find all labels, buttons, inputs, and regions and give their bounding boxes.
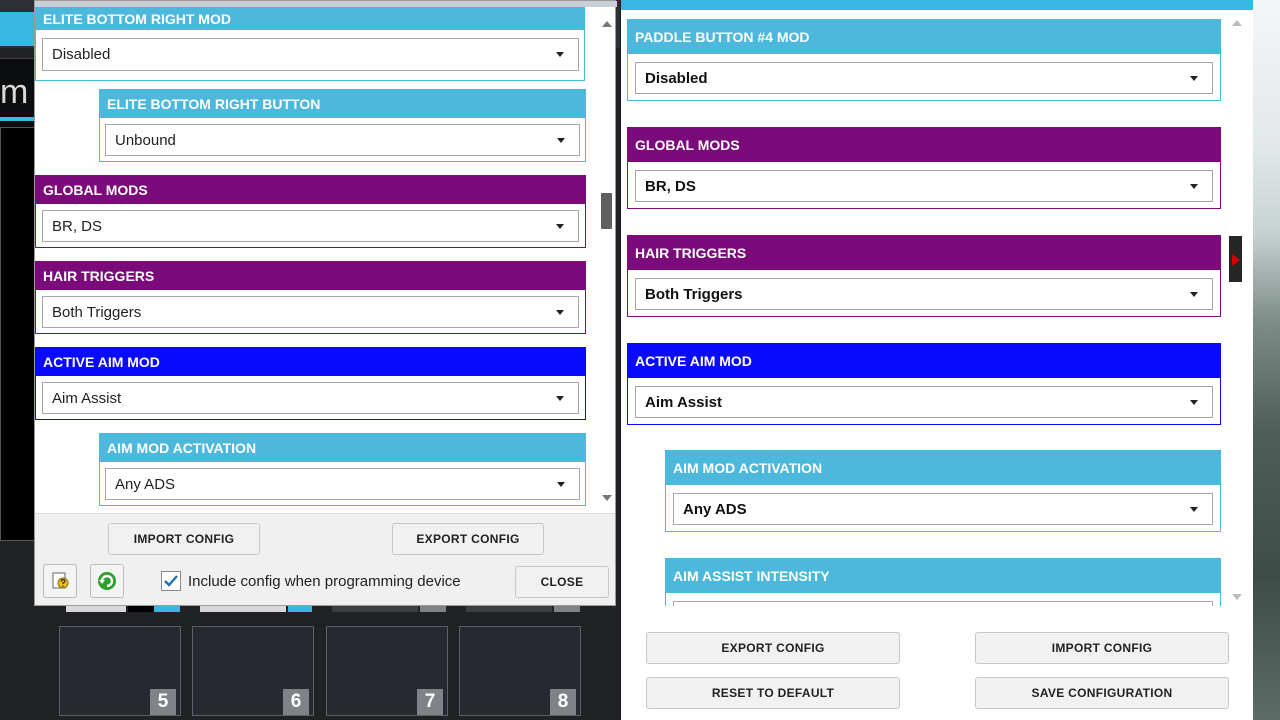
section-header: ACTIVE AIM MOD (36, 348, 585, 376)
button-slot-6[interactable]: 6 (192, 626, 314, 716)
chevron-down-icon (557, 137, 565, 143)
section-aim-assist-intensity: AIM ASSIST INTENSITY (665, 558, 1221, 606)
help-button[interactable] (43, 564, 77, 598)
select-value: Both Triggers (52, 303, 142, 321)
hair-triggers-select[interactable]: Both Triggers (635, 278, 1213, 310)
select-value: Disabled (52, 46, 111, 63)
section-header: HAIR TRIGGERS (36, 262, 585, 290)
include-config-checkbox[interactable] (161, 571, 181, 591)
button-slot-5[interactable]: 5 (59, 626, 181, 716)
active-aim-mod-select[interactable]: Aim Assist (42, 382, 579, 414)
select-value: BR, DS (52, 217, 103, 235)
section-elite-bottom-right-button: ELITE BOTTOM RIGHT BUTTON Unbound (99, 89, 586, 162)
global-mods-select[interactable]: BR, DS (42, 210, 579, 242)
scrollbar-thumb[interactable] (1229, 236, 1242, 282)
slot-number: 5 (150, 689, 176, 715)
chevron-down-icon (1190, 399, 1198, 405)
section-header: ELITE BOTTOM RIGHT BUTTON (100, 90, 585, 118)
select-value: BR, DS (645, 177, 696, 195)
footer-divider (35, 513, 615, 514)
section-hair-triggers: HAIR TRIGGERS Both Triggers (627, 235, 1221, 317)
background-preview (0, 127, 36, 541)
export-config-button[interactable]: EXPORT CONFIG (646, 632, 900, 664)
section-header: HAIR TRIGGERS (628, 236, 1220, 270)
section-hair-triggers: HAIR TRIGGERS Both Triggers (35, 261, 586, 334)
scroll-up-icon[interactable] (602, 21, 612, 27)
section-header: AIM MOD ACTIVATION (666, 451, 1220, 485)
active-aim-mod-select[interactable]: Aim Assist (635, 386, 1213, 418)
section-paddle-button-4-mod: PADDLE BUTTON #4 MOD Disabled (627, 19, 1221, 101)
button-slot-7[interactable]: 7 (326, 626, 448, 716)
background-partial-text: m (0, 73, 29, 111)
section-header: AIM MOD ACTIVATION (100, 434, 585, 462)
select-value: Aim Assist (645, 393, 722, 411)
export-config-button[interactable]: EXPORT CONFIG (392, 523, 544, 555)
select-value: Disabled (645, 69, 708, 87)
left-scrollbar[interactable] (599, 7, 615, 513)
paddle-button-4-mod-select[interactable]: Disabled (635, 62, 1213, 94)
select-value: Any ADS (115, 475, 176, 493)
section-header: ACTIVE AIM MOD (628, 344, 1220, 378)
select-value: Any ADS (683, 500, 747, 518)
scroll-up-icon[interactable] (1232, 20, 1242, 26)
import-config-button[interactable]: IMPORT CONFIG (108, 523, 260, 555)
import-config-button[interactable]: IMPORT CONFIG (975, 632, 1229, 664)
chevron-down-icon (557, 481, 565, 487)
right-scrollbar[interactable] (1227, 10, 1251, 606)
button-slot-8[interactable]: 8 (459, 626, 581, 716)
save-configuration-button[interactable]: SAVE CONFIGURATION (975, 677, 1229, 709)
aim-mod-activation-select[interactable]: Any ADS (105, 468, 580, 500)
section-global-mods: GLOBAL MODS BR, DS (35, 175, 586, 248)
slot-number: 7 (417, 689, 443, 715)
chevron-down-icon (556, 223, 564, 229)
close-button[interactable]: CLOSE (515, 566, 609, 598)
right-window-titlebar (621, 0, 1253, 10)
chevron-down-icon (1190, 291, 1198, 297)
scroll-down-icon[interactable] (1232, 594, 1242, 600)
scrollbar-thumb[interactable] (601, 193, 612, 229)
background-accent (0, 12, 36, 46)
select-value: Both Triggers (645, 285, 743, 303)
section-header: GLOBAL MODS (628, 128, 1220, 162)
chevron-down-icon (1190, 506, 1198, 512)
right-config-window: PADDLE BUTTON #4 MOD Disabled GLOBAL MOD… (621, 0, 1253, 720)
section-header: ELITE BOTTOM RIGHT MOD (36, 8, 584, 30)
section-active-aim-mod: ACTIVE AIM MOD Aim Assist (627, 343, 1221, 425)
left-config-dialog: ELITE BOTTOM RIGHT MOD Disabled ELITE BO… (34, 0, 617, 606)
section-header: GLOBAL MODS (36, 176, 585, 204)
select-value: Aim Assist (52, 389, 122, 407)
select-value: Unbound (115, 131, 176, 149)
refresh-button[interactable] (90, 564, 124, 598)
checkmark-icon (164, 575, 178, 587)
refresh-icon (98, 572, 116, 590)
aim-mod-activation-select[interactable]: Any ADS (673, 493, 1213, 525)
mouse-cursor-icon (1232, 254, 1240, 266)
slot-number: 6 (283, 689, 309, 715)
chevron-down-icon (556, 309, 564, 315)
hair-triggers-select[interactable]: Both Triggers (42, 296, 579, 328)
chevron-down-icon (556, 395, 564, 401)
section-aim-mod-activation: AIM MOD ACTIVATION Any ADS (99, 433, 586, 506)
right-settings-list[interactable]: PADDLE BUTTON #4 MOD Disabled GLOBAL MOD… (621, 10, 1231, 606)
chevron-down-icon (1190, 75, 1198, 81)
left-settings-list[interactable]: ELITE BOTTOM RIGHT MOD Disabled ELITE BO… (35, 7, 601, 513)
chevron-down-icon (556, 52, 564, 57)
right-footer: EXPORT CONFIG IMPORT CONFIG RESET TO DEF… (621, 606, 1253, 720)
include-config-label: Include config when programming device (188, 573, 461, 590)
help-icon (52, 572, 69, 589)
chevron-down-icon (1190, 183, 1198, 189)
elite-bottom-right-mod-select[interactable]: Disabled (42, 38, 579, 71)
section-global-mods: GLOBAL MODS BR, DS (627, 127, 1221, 209)
global-mods-select[interactable]: BR, DS (635, 170, 1213, 202)
section-aim-mod-activation: AIM MOD ACTIVATION Any ADS (665, 450, 1221, 532)
elite-bottom-right-button-select[interactable]: Unbound (105, 124, 580, 156)
reset-to-default-button[interactable]: RESET TO DEFAULT (646, 677, 900, 709)
slot-number: 8 (550, 689, 576, 715)
section-elite-bottom-right-mod: ELITE BOTTOM RIGHT MOD Disabled (35, 7, 585, 81)
section-header: AIM ASSIST INTENSITY (666, 559, 1220, 593)
scroll-down-icon[interactable] (602, 495, 612, 501)
section-header: PADDLE BUTTON #4 MOD (628, 20, 1220, 54)
desktop-wallpaper (1253, 0, 1280, 720)
section-active-aim-mod: ACTIVE AIM MOD Aim Assist (35, 347, 586, 420)
